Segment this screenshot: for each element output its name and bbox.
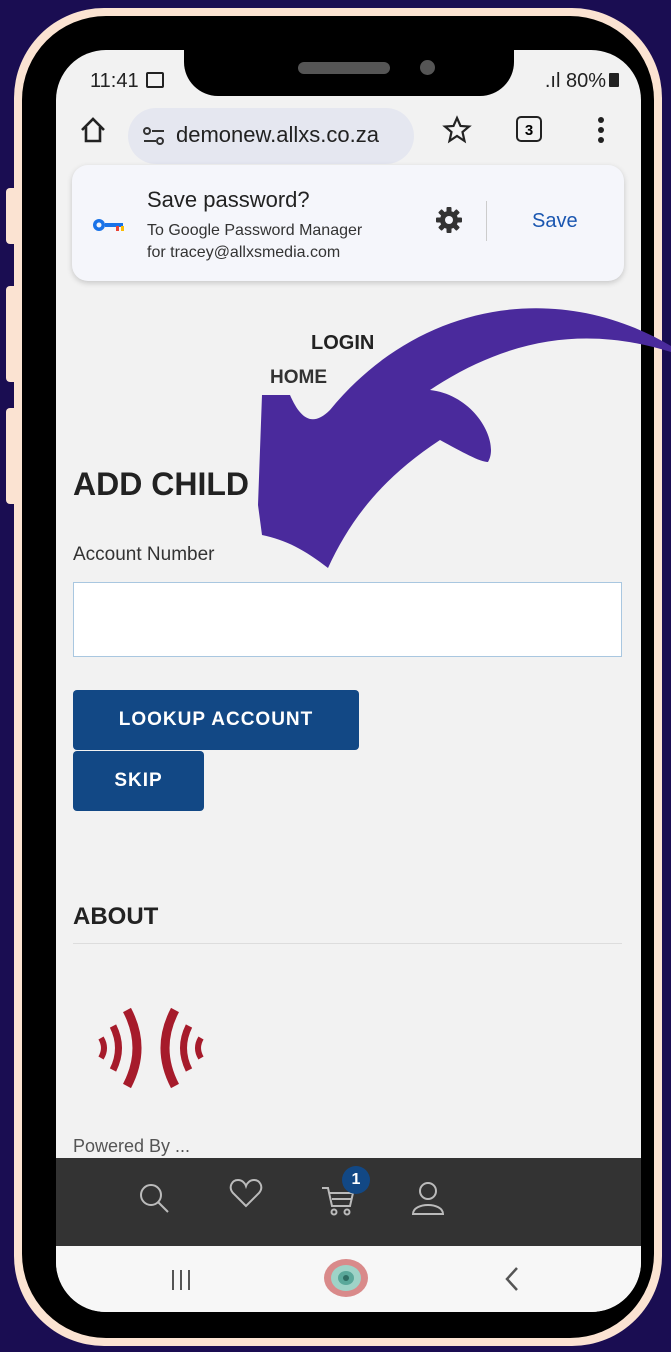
lookup-account-button[interactable]: LOOKUP ACCOUNT	[73, 690, 359, 750]
user-icon[interactable]	[410, 1180, 446, 1216]
about-divider	[73, 943, 622, 944]
prompt-line-2: for tracey@allxsmedia.com	[147, 244, 341, 261]
bottom-navigation: 1	[56, 1158, 641, 1246]
nav-login-link[interactable]: LOGIN	[311, 332, 374, 355]
search-icon[interactable]	[136, 1180, 172, 1216]
account-number-label: Account Number	[73, 544, 215, 565]
browser-toolbar: demonew.allxs.co.za 3	[56, 105, 641, 165]
nav-home-link[interactable]: HOME	[270, 367, 327, 389]
tab-switcher-button[interactable]: 3	[516, 116, 542, 142]
bookmark-star-icon[interactable]	[442, 115, 472, 145]
about-heading: ABOUT	[73, 903, 159, 930]
skip-button[interactable]: SKIP	[73, 751, 204, 811]
front-camera	[420, 60, 435, 75]
url-text: demonew.allxs.co.za	[176, 122, 379, 147]
more-menu-icon[interactable]	[596, 115, 606, 145]
battery-level: 80%	[565, 70, 606, 92]
allxs-logo	[98, 1007, 204, 1089]
prompt-line-1: To Google Password Manager	[147, 222, 363, 239]
home-button-flower-icon[interactable]	[322, 1256, 370, 1300]
prompt-title: Save password?	[147, 187, 310, 212]
page-title: ADD CHILD	[73, 466, 249, 502]
speaker-grille	[298, 62, 390, 74]
back-icon[interactable]	[502, 1264, 522, 1294]
site-settings-icon[interactable]	[142, 124, 166, 148]
recent-apps-icon[interactable]	[169, 1268, 193, 1292]
phone-screen: 11:41 .ıl 80% demonew.allxs.co.za 3 Save…	[56, 50, 641, 1312]
status-time: 11:41	[90, 70, 139, 92]
gallery-icon	[146, 72, 164, 88]
gear-icon[interactable]	[434, 205, 464, 235]
camera-notch	[184, 50, 514, 96]
account-number-input[interactable]	[73, 582, 622, 657]
prompt-description: To Google Password Manager for tracey@al…	[147, 220, 407, 264]
system-navigation-bar	[56, 1246, 641, 1312]
status-right: .ıl 80%	[545, 70, 619, 93]
battery-icon	[609, 73, 619, 87]
password-key-icon	[93, 219, 124, 231]
save-password-button[interactable]: Save	[532, 210, 578, 233]
address-bar[interactable]: demonew.allxs.co.za	[128, 108, 414, 164]
signal-icon: .ıl	[544, 70, 566, 92]
powered-by-text: Powered By ...	[73, 1136, 191, 1156]
heart-icon[interactable]	[228, 1176, 264, 1212]
cart-count-badge: 1	[342, 1166, 370, 1194]
home-icon[interactable]	[78, 115, 108, 145]
save-password-prompt: Save password? To Google Password Manage…	[72, 165, 624, 281]
prompt-divider	[486, 201, 487, 241]
